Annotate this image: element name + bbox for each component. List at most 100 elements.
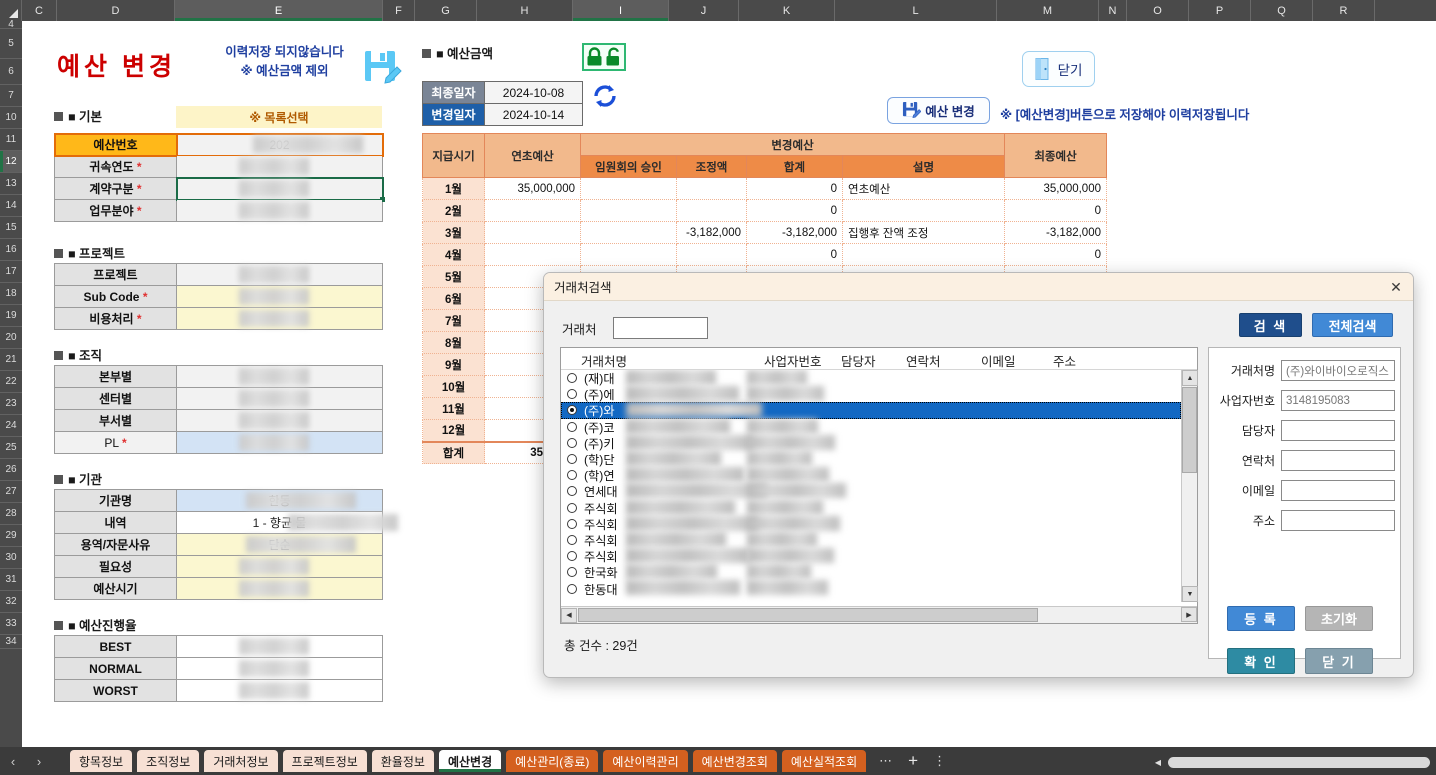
cell-final[interactable]: 0 [1004,199,1107,222]
radio-icon[interactable] [567,389,577,400]
dialog-close-icon[interactable]: ✕ [1387,278,1405,296]
row-header-21[interactable]: 21 [0,349,22,371]
cell-adjust[interactable]: -3,182,000 [676,221,747,244]
row-header-27[interactable]: 27 [0,481,22,503]
sheet-tab-10[interactable]: 예산실적조회 [781,750,867,772]
column-header-F[interactable]: F [383,0,415,21]
cell-final[interactable]: -3,182,000 [1004,221,1107,244]
column-header-L[interactable]: L [835,0,997,21]
column-header-G[interactable]: G [415,0,477,21]
detail-input-4[interactable] [1281,450,1395,471]
cell-final[interactable]: 35,000,000 [1004,177,1107,200]
column-header-J[interactable]: J [669,0,739,21]
row-header-30[interactable]: 30 [0,547,22,569]
form-value-4[interactable] [176,431,383,454]
sheet-tab-8[interactable]: 예산이력관리 [603,750,688,772]
column-header-I[interactable]: I [573,0,669,21]
lock-open-icon[interactable] [605,47,622,67]
vendor-list-hscrollbar[interactable]: ◀ ▶ [561,606,1197,623]
cell-sum[interactable]: 0 [746,243,843,266]
hscroll-left-icon[interactable]: ◀ [1150,754,1166,770]
radio-icon[interactable] [567,567,577,578]
cell-desc[interactable] [842,243,1005,266]
row-header-7[interactable]: 7 [0,85,22,107]
radio-icon[interactable] [567,583,577,594]
reset-button[interactable]: 초기화 [1305,606,1373,631]
form-value-2[interactable] [176,285,383,308]
row-header-4[interactable]: 4 [0,19,22,30]
cell-adjust[interactable] [676,199,747,222]
cell-adjust[interactable] [676,177,747,200]
register-button[interactable]: 등 록 [1227,606,1295,631]
form-value-2[interactable] [176,387,383,410]
tab-nav-next[interactable]: › [26,747,52,775]
budget-change-button[interactable]: 예산 변경 [887,97,990,124]
radio-icon[interactable] [567,454,577,465]
save-pencil-icon[interactable] [362,48,402,88]
cell-desc[interactable]: 집행후 잔액 조정 [842,221,1005,244]
search-button[interactable]: 검 색 [1239,313,1302,337]
list-item[interactable]: 한국화 [561,564,1181,580]
column-header-D[interactable]: D [57,0,175,21]
list-item[interactable]: (재)대 [561,370,1181,386]
select-all-corner[interactable] [0,0,22,21]
row-header-11[interactable]: 11 [0,129,22,151]
table-row[interactable]: 2월 0 0 [422,199,1107,222]
form-value-1[interactable] [176,365,383,388]
cell-period[interactable]: 5월 [422,265,485,288]
list-item[interactable]: 주식회 [561,548,1181,564]
list-item[interactable]: (학)연 [561,467,1181,483]
row-header-28[interactable]: 28 [0,503,22,525]
cell-period[interactable]: 7월 [422,309,485,332]
list-item[interactable]: (학)단 [561,450,1181,467]
list-item[interactable]: (주)키 [561,434,1181,451]
row-header-22[interactable]: 22 [0,371,22,393]
list-item[interactable]: 연세대 [561,483,1181,499]
radio-icon[interactable] [567,470,577,481]
cell-sum[interactable]: 0 [746,177,843,200]
cell-period[interactable]: 4월 [422,243,485,266]
scroll-up-icon[interactable]: ▲ [1182,370,1198,386]
cell-period[interactable]: 1월 [422,177,485,200]
form-value-1[interactable] [176,263,383,286]
radio-icon[interactable] [567,373,577,384]
form-value-3[interactable]: 단순 [176,533,383,556]
cell-initial[interactable] [484,199,581,222]
hscroll-track[interactable] [1168,756,1430,768]
row-header-6[interactable]: 6 [0,59,22,85]
sheet-tab-1[interactable]: 항목정보 [70,750,133,772]
row-header-34[interactable]: 34 [0,635,22,649]
sheet-tab-7[interactable]: 예산관리(종료) [506,750,599,772]
detail-input-3[interactable] [1281,420,1395,441]
scroll-down-icon[interactable]: ▼ [1182,586,1198,602]
cell-initial[interactable] [484,243,581,266]
vendor-list-vscrollbar[interactable]: ▲ ▼ [1181,370,1198,602]
column-header-R[interactable]: R [1313,0,1375,21]
form-value-4[interactable] [176,555,383,578]
add-sheet-icon[interactable]: + [900,751,926,771]
cell-period[interactable]: 8월 [422,331,485,354]
radio-icon[interactable] [567,421,577,432]
vendor-search-input[interactable] [612,317,708,339]
form-value-3[interactable] [176,307,383,330]
lock-toggle-group[interactable] [582,43,626,71]
form-value-1[interactable]: 202 [175,132,384,157]
column-header-E[interactable]: E [175,0,383,21]
vscroll-thumb[interactable] [1182,387,1197,473]
cell-period[interactable]: 9월 [422,353,485,376]
column-header-M[interactable]: M [997,0,1099,21]
row-header-10[interactable]: 10 [0,107,22,129]
radio-icon[interactable] [567,518,577,529]
row-header-15[interactable]: 15 [0,217,22,239]
form-value-5[interactable] [176,577,383,600]
dialog-close-button[interactable]: 닫 기 [1305,648,1373,674]
list-item[interactable]: 주식회 [561,499,1181,516]
table-row[interactable]: 1월 35,000,000 0 연초예산 35,000,000 [422,177,1107,200]
column-header-N[interactable]: N [1099,0,1127,21]
cell-period[interactable]: 12월 [422,419,485,442]
row-header-13[interactable]: 13 [0,173,22,195]
cell-approval[interactable] [580,243,677,266]
sheet-tab-6[interactable]: 예산변경 [438,750,502,772]
list-item[interactable]: (주)와 [561,402,1181,419]
row-header-33[interactable]: 33 [0,613,22,635]
